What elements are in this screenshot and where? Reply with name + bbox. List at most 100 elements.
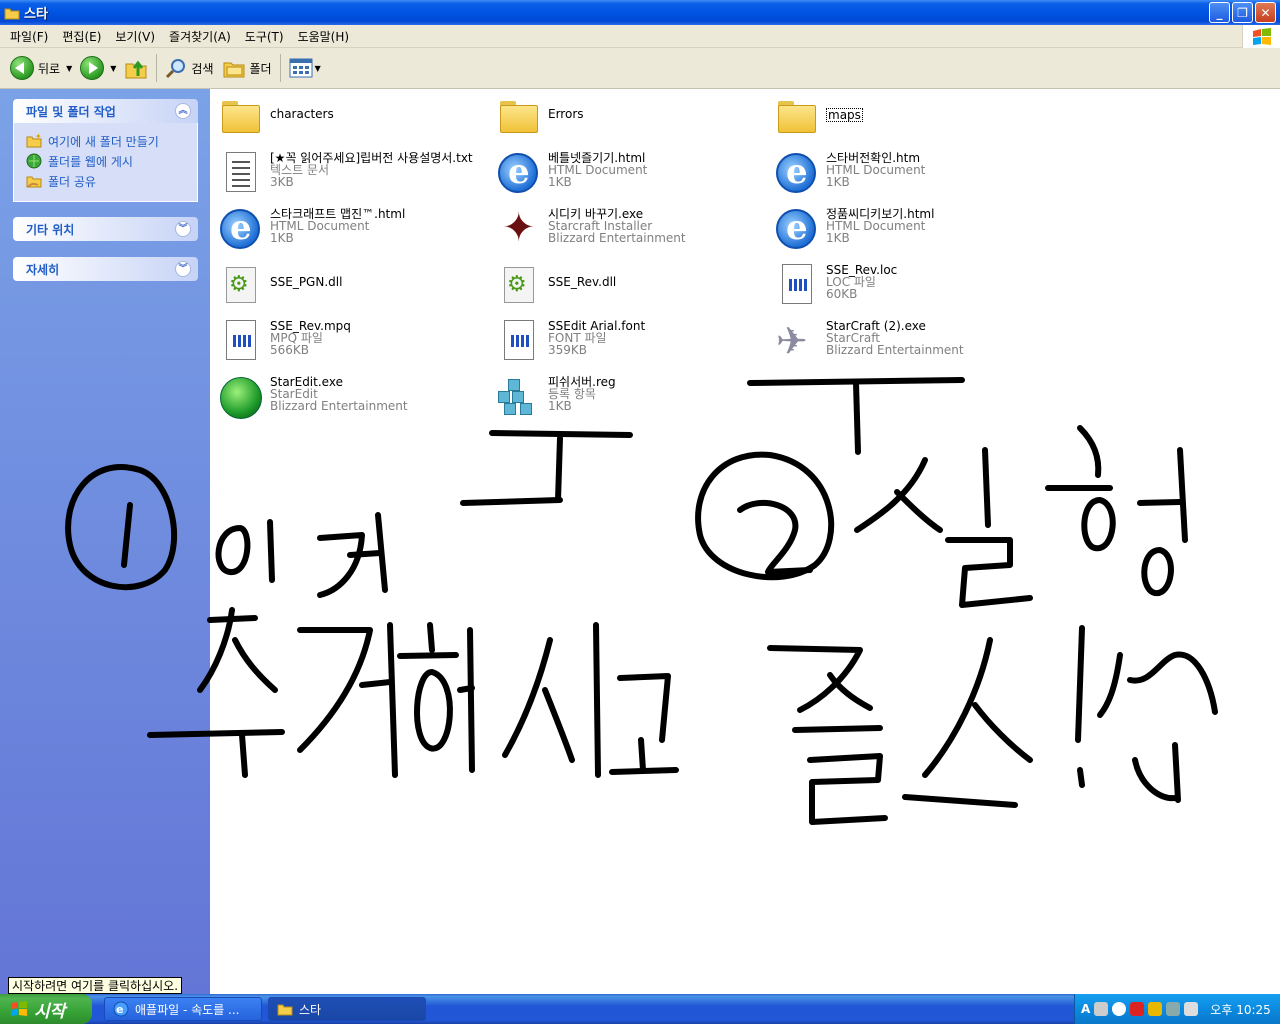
chevron-left-icon[interactable] xyxy=(1112,1002,1127,1016)
file-item[interactable]: SSE_Rev.mpq MPQ 파일 566KB xyxy=(216,317,486,367)
new-folder-link[interactable]: ✦ 여기에 새 폴더 만들기 xyxy=(26,131,187,151)
internet-explorer-icon xyxy=(772,149,820,197)
file-item[interactable]: [★꼭 읽어주세요]립버전 사용설명서.txt 텍스트 문서 3KB xyxy=(216,149,486,199)
internet-explorer-icon xyxy=(772,205,820,253)
file-size: 1KB xyxy=(548,175,572,189)
folder-icon xyxy=(216,93,264,141)
file-publisher: Blizzard Entertainment xyxy=(548,231,686,245)
minimize-button[interactable]: _ xyxy=(1209,2,1230,23)
taskbar-button-browser[interactable]: e 애플파일 - 속도를 ... xyxy=(104,997,262,1021)
menu-edit[interactable]: 편집(E) xyxy=(55,28,108,45)
expand-icon[interactable]: ︾ xyxy=(175,261,191,277)
menu-help[interactable]: 도움말(H) xyxy=(291,28,357,45)
internet-explorer-icon xyxy=(494,149,542,197)
file-item[interactable]: 베틀넷즐기기.html HTML Document 1KB xyxy=(494,149,764,199)
file-size: 60KB xyxy=(826,287,858,301)
file-tasks-panel: 파일 및 폴더 작업 ︽ ✦ 여기에 새 폴더 만들기 폴더를 웹에 게시 폴더… xyxy=(13,99,198,202)
collapse-icon[interactable]: ︽ xyxy=(175,103,191,119)
other-places-header[interactable]: 기타 위치 ︾ xyxy=(13,217,198,241)
file-size: 359KB xyxy=(548,343,588,357)
starcraft-ship-icon xyxy=(772,317,820,365)
file-item[interactable]: 스타크래프트 맵진™.html HTML Document 1KB xyxy=(216,205,486,255)
svg-text:e: e xyxy=(116,1003,123,1016)
toolbar: 뒤로 ▼ ▼ 검색 폴더 ▼ xyxy=(0,48,1280,89)
folder-icon xyxy=(4,5,20,21)
file-name: SSE_PGN.dll xyxy=(270,275,343,289)
other-places-title: 기타 위치 xyxy=(26,222,75,237)
file-item[interactable]: 시디키 바꾸기.exe Starcraft Installer Blizzard… xyxy=(494,205,764,255)
menu-file[interactable]: 파일(F) xyxy=(0,28,55,45)
details-header[interactable]: 자세히 ︾ xyxy=(13,257,198,281)
taskbar: 시작 e 애플파일 - 속도를 ... 스타 A 오후 10:25 xyxy=(0,994,1280,1024)
details-panel: 자세히 ︾ xyxy=(13,257,198,281)
taskbar-button-explorer[interactable]: 스타 xyxy=(268,997,426,1021)
maximize-button[interactable]: ❐ xyxy=(1232,2,1253,23)
other-places-panel: 기타 위치 ︾ xyxy=(13,217,198,241)
file-size: 566KB xyxy=(270,343,310,357)
file-item[interactable]: maps xyxy=(772,93,1042,143)
dll-gear-icon xyxy=(216,261,264,309)
views-button[interactable]: ▼ xyxy=(285,51,325,85)
staredit-globe-icon xyxy=(216,373,264,421)
file-item[interactable]: SSE_Rev.dll xyxy=(494,261,764,311)
file-item[interactable]: StarCraft (2).exe StarCraft Blizzard Ent… xyxy=(772,317,1042,367)
forward-button[interactable]: ▼ xyxy=(76,51,120,85)
file-item[interactable]: Errors xyxy=(494,93,764,143)
toolbar-separator xyxy=(156,54,158,82)
file-size: 1KB xyxy=(548,399,572,413)
generic-file-icon xyxy=(494,317,542,365)
svg-text:✦: ✦ xyxy=(35,133,42,141)
network-icon[interactable] xyxy=(1166,1002,1181,1016)
file-item[interactable]: 피쉬서버.reg 등록 항목 1KB xyxy=(494,373,764,423)
clock[interactable]: 오후 10:25 xyxy=(1210,1001,1270,1018)
menu-favorites[interactable]: 즐겨찾기(A) xyxy=(162,28,238,45)
forward-arrow-icon xyxy=(80,56,105,80)
language-indicator[interactable]: A xyxy=(1081,1002,1090,1016)
back-button[interactable]: 뒤로 ▼ xyxy=(6,51,76,85)
file-publisher: Blizzard Entertainment xyxy=(826,343,964,357)
folders-button[interactable]: 폴더 xyxy=(218,51,276,85)
task-pane: 파일 및 폴더 작업 ︽ ✦ 여기에 새 폴더 만들기 폴더를 웹에 게시 폴더… xyxy=(0,89,210,994)
web-publish-icon xyxy=(26,153,42,169)
window-title: 스타 xyxy=(24,7,48,22)
dropdown-arrow-icon[interactable]: ▼ xyxy=(66,64,72,73)
file-list-view: characters Errors maps [★꼭 읽어주세요]립버전 사용설… xyxy=(210,89,1280,994)
menu-tools[interactable]: 도구(T) xyxy=(238,28,291,45)
volume-icon[interactable] xyxy=(1184,1002,1199,1016)
folder-icon xyxy=(772,93,820,141)
up-folder-button[interactable] xyxy=(120,51,152,85)
file-item[interactable]: SSE_PGN.dll xyxy=(216,261,486,311)
file-tasks-header[interactable]: 파일 및 폴더 작업 ︽ xyxy=(13,99,198,123)
file-size: 1KB xyxy=(270,231,294,245)
file-item[interactable]: SSE_Rev.loc LOC 파일 60KB xyxy=(772,261,1042,311)
internet-explorer-icon xyxy=(216,205,264,253)
security-shield-icon[interactable] xyxy=(1148,1002,1163,1016)
views-icon xyxy=(289,58,313,78)
file-item[interactable]: SSEdit Arial.font FONT 파일 359KB xyxy=(494,317,764,367)
ime-icon[interactable] xyxy=(1094,1002,1109,1016)
expand-icon[interactable]: ︾ xyxy=(175,221,191,237)
dropdown-arrow-icon[interactable]: ▼ xyxy=(110,64,116,73)
file-type: 텍스트 문서 xyxy=(270,163,330,177)
generic-file-icon xyxy=(772,261,820,309)
file-item[interactable]: 정품씨디키보기.html HTML Document 1KB xyxy=(772,205,1042,255)
search-button[interactable]: 검색 xyxy=(161,51,217,85)
publish-web-link[interactable]: 폴더를 웹에 게시 xyxy=(26,151,187,171)
close-button[interactable]: ✕ xyxy=(1255,2,1276,23)
file-item[interactable]: characters xyxy=(216,93,486,143)
title-bar[interactable]: 스타 _ ❐ ✕ xyxy=(0,0,1280,25)
antivirus-shield-icon[interactable] xyxy=(1130,1002,1145,1016)
start-tooltip: 시작하려면 여기를 클릭하십시오. xyxy=(8,977,183,994)
file-size: 3KB xyxy=(270,175,294,189)
file-size: 1KB xyxy=(826,175,850,189)
start-button[interactable]: 시작 xyxy=(0,994,92,1024)
share-folder-link[interactable]: 폴더 공유 xyxy=(26,171,187,191)
file-name: SSE_Rev.dll xyxy=(548,275,617,289)
file-item[interactable]: StarEdit.exe StarEdit Blizzard Entertain… xyxy=(216,373,486,423)
menu-view[interactable]: 보기(V) xyxy=(108,28,162,45)
dropdown-arrow-icon[interactable]: ▼ xyxy=(315,64,321,73)
file-item[interactable]: 스타버전확인.htm HTML Document 1KB xyxy=(772,149,1042,199)
start-label: 시작 xyxy=(34,1001,66,1022)
registry-icon xyxy=(494,373,542,421)
folders-icon xyxy=(223,62,244,78)
